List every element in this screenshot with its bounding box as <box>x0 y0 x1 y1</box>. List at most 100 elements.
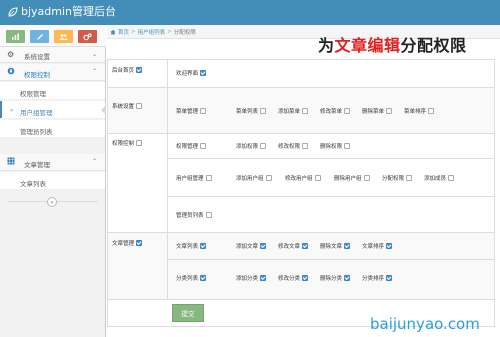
perm-menu-management[interactable]: 菜单管理 <box>176 107 207 115</box>
checkbox[interactable] <box>448 175 455 181</box>
perm-sort-article[interactable]: 文章排序 <box>362 242 393 250</box>
perm-edit-permission[interactable]: 修改权限 <box>278 142 309 150</box>
perm-label: 菜单排序 <box>404 109 427 115</box>
perm-menu-list[interactable]: 菜单列表 <box>236 107 267 115</box>
checkbox[interactable] <box>265 175 272 181</box>
perm-assign-permission[interactable]: 分配权限 <box>382 174 413 182</box>
perm-label: 修改用户组 <box>285 176 313 182</box>
checkbox[interactable] <box>260 243 267 249</box>
perm-add-article[interactable]: 添加文章 <box>236 242 267 250</box>
sidebar-item-access-control[interactable]: 权限控制 ⌃ <box>0 64 105 81</box>
breadcrumb-separator: > <box>131 28 136 35</box>
leaf-icon <box>8 7 18 17</box>
sidebar-subitem-article-list[interactable]: 文章列表 <box>0 172 105 190</box>
perm-sort-category[interactable]: 分类排序 <box>362 274 393 282</box>
breadcrumb-separator: > <box>167 28 172 35</box>
checkbox[interactable] <box>344 108 351 114</box>
checkbox[interactable] <box>302 275 309 281</box>
checkbox[interactable] <box>428 108 435 114</box>
checkbox[interactable] <box>136 103 143 109</box>
permission-table: 后台首页 欢迎界面 系统设置 菜单管理 菜单列表 添加菜单 修改菜单 删除菜单 <box>107 59 495 327</box>
sidebar-item-article-management[interactable]: 文章管理 ⌃ <box>0 154 105 171</box>
breadcrumb-home-link[interactable]: 首页 <box>118 28 129 36</box>
perm-edit-menu[interactable]: 修改菜单 <box>320 107 351 115</box>
checkbox[interactable] <box>386 243 393 249</box>
perm-homepage[interactable]: 后台首页 <box>112 66 143 74</box>
perm-add-permission[interactable]: 添加权限 <box>236 142 267 150</box>
perm-label: 删除文章 <box>320 244 343 250</box>
chart-shortcut-button[interactable] <box>6 30 25 43</box>
perm-label: 分配权限 <box>382 176 405 182</box>
perm-add-category[interactable]: 添加分类 <box>236 274 267 282</box>
top-navbar: bjyadmin管理后台 <box>0 0 500 25</box>
checkbox[interactable] <box>200 70 207 76</box>
submit-button[interactable]: 提交 <box>172 304 204 322</box>
overlay-title-post: 分配权限 <box>400 36 467 55</box>
perm-edit-user-group[interactable]: 修改用户组 <box>285 174 321 182</box>
sidebar-item-system-settings[interactable]: ⚙ 系统设置 ⌄ <box>0 47 105 63</box>
perm-delete-category[interactable]: 删除分类 <box>320 274 351 282</box>
watermark: baijunyao.com <box>370 315 480 333</box>
checkbox[interactable] <box>302 243 309 249</box>
checkbox[interactable] <box>386 108 393 114</box>
checkbox[interactable] <box>200 243 207 249</box>
checkbox[interactable] <box>260 108 267 114</box>
perm-label: 修改分类 <box>278 276 301 282</box>
perm-article-list[interactable]: 文章列表 <box>176 242 207 250</box>
sidebar-subitem-user-group-management[interactable]: » 用户组管理 <box>0 101 106 119</box>
checkbox[interactable] <box>344 143 351 149</box>
sidebar-collapse: « <box>0 195 105 209</box>
perm-edit-article[interactable]: 修改文章 <box>278 242 309 250</box>
checkbox[interactable] <box>136 240 143 246</box>
checkbox[interactable] <box>406 175 413 181</box>
perm-sort-menu[interactable]: 菜单排序 <box>404 107 435 115</box>
perm-delete-article[interactable]: 删除文章 <box>320 242 351 250</box>
settings-shortcut-button[interactable] <box>78 30 97 43</box>
chevron-up-icon: ⌃ <box>91 68 97 75</box>
chart-icon <box>12 33 19 40</box>
table-row: 权限控制 权限管理 添加权限 修改权限 删除权限 用户组管理 添加用户组 修改用… <box>108 134 494 233</box>
checkbox[interactable] <box>344 275 351 281</box>
perm-delete-menu[interactable]: 删除菜单 <box>362 107 393 115</box>
users-shortcut-button[interactable] <box>54 30 73 43</box>
grid-icon <box>7 157 15 167</box>
perm-delete-permission[interactable]: 删除权限 <box>320 142 351 150</box>
breadcrumb-parent-link[interactable]: 用户组列表 <box>138 28 166 36</box>
checkbox[interactable] <box>205 175 212 181</box>
checkbox[interactable] <box>260 143 267 149</box>
perm-article-management[interactable]: 文章管理 <box>112 239 143 247</box>
cogs-icon <box>83 32 92 40</box>
checkbox[interactable] <box>200 143 207 149</box>
perm-permission-management[interactable]: 权限管理 <box>176 142 207 150</box>
collapse-icon[interactable]: « <box>47 197 57 207</box>
checkbox[interactable] <box>302 143 309 149</box>
checkbox[interactable] <box>136 140 143 146</box>
sidebar-item-label: 文章管理 <box>24 161 50 169</box>
perm-add-member[interactable]: 添加成员 <box>424 174 455 182</box>
checkbox[interactable] <box>200 275 207 281</box>
checkbox[interactable] <box>386 275 393 281</box>
pencil-shortcut-button[interactable] <box>30 30 49 43</box>
checkbox[interactable] <box>344 243 351 249</box>
perm-system-settings[interactable]: 系统设置 <box>112 102 143 110</box>
checkbox[interactable] <box>205 212 212 218</box>
sidebar-subitem-permission-management[interactable]: 权限管理 <box>0 82 105 100</box>
checkbox[interactable] <box>363 175 370 181</box>
perm-edit-category[interactable]: 修改分类 <box>278 274 309 282</box>
checkbox[interactable] <box>302 108 309 114</box>
brand[interactable]: bjyadmin管理后台 <box>8 5 116 19</box>
checkbox[interactable] <box>200 108 207 114</box>
perm-access-control[interactable]: 权限控制 <box>112 139 143 147</box>
perm-category-list[interactable]: 分类列表 <box>176 274 207 282</box>
sidebar-subitem-admin-list[interactable]: 管理员列表 <box>0 120 105 138</box>
checkbox[interactable] <box>314 175 321 181</box>
perm-user-group-management[interactable]: 用户组管理 <box>176 174 212 182</box>
perm-welcome[interactable]: 欢迎界面 <box>176 69 207 77</box>
perm-delete-user-group[interactable]: 删除用户组 <box>334 174 370 182</box>
checkbox[interactable] <box>260 275 267 281</box>
table-row: 文章管理 文章列表 添加文章 修改文章 删除文章 文章排序 分类列表 添加分类 … <box>108 233 494 300</box>
perm-add-user-group[interactable]: 添加用户组 <box>236 174 272 182</box>
checkbox[interactable] <box>136 67 143 73</box>
perm-admin-list[interactable]: 管理员列表 <box>176 211 212 219</box>
perm-add-menu[interactable]: 添加菜单 <box>278 107 309 115</box>
